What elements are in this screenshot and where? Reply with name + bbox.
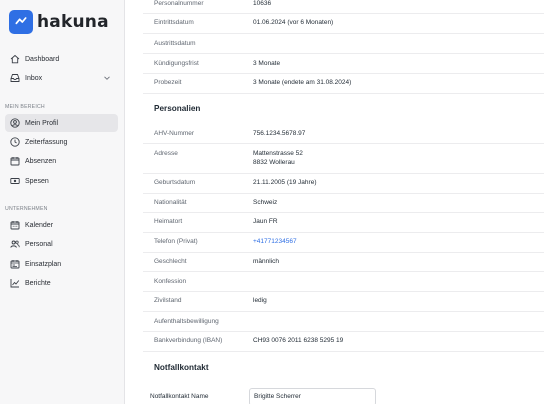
sidebar-item-personal[interactable]: Personal	[5, 235, 118, 253]
field-label: Nationalität	[154, 199, 187, 206]
app-logo[interactable]: hakuna	[9, 10, 109, 34]
field-personalnummer: Personalnummer 10636	[143, 0, 544, 14]
user-circle-icon	[10, 118, 20, 128]
field-value: 10636	[253, 0, 272, 7]
chart-icon	[10, 278, 20, 288]
field-value: 01.06.2024 (vor 6 Monaten)	[253, 19, 334, 26]
field-label: Kündigungsfrist	[154, 60, 199, 67]
field-bankverbindung: Bankverbindung (IBAN) CH93 0076 2011 623…	[143, 332, 544, 352]
address-line-2: 8832 Wollerau	[253, 159, 295, 166]
field-value: 3 Monate	[253, 60, 281, 67]
field-nationalitaet: Nationalität Schweiz	[143, 194, 544, 213]
field-value: ledig	[253, 297, 267, 304]
field-label: Telefon (Privat)	[154, 238, 198, 245]
field-kuendigungsfrist: Kündigungsfrist 3 Monate	[143, 54, 544, 74]
field-zivilstand: Zivilstand ledig	[143, 292, 544, 312]
schedule-icon	[10, 259, 20, 269]
field-label: Heimatort	[154, 218, 183, 225]
sidebar-item-label: Personal	[25, 240, 53, 248]
sidebar-item-mein-profil[interactable]: Mein Profil	[5, 114, 118, 132]
field-value: Jaun FR	[253, 218, 278, 225]
sidebar-item-dashboard[interactable]: Dashboard	[5, 50, 118, 68]
field-label: Konfession	[154, 278, 187, 285]
sidebar-item-label: Kalender	[25, 221, 54, 229]
field-label: Zivilstand	[154, 297, 182, 304]
notfallkontakt-name-label: Notfallkontakt Name	[150, 393, 209, 400]
sidebar-item-label: Spesen	[25, 177, 49, 185]
inbox-icon	[10, 73, 20, 83]
sidebar-item-label: Einsatzplan	[25, 260, 62, 268]
field-value: CH93 0076 2011 6238 5295 19	[253, 337, 344, 344]
sidebar-item-label: Absenzen	[25, 157, 57, 165]
section-heading-notfallkontakt: Notfallkontakt	[154, 363, 209, 372]
field-probezeit: Probezeit 3 Monate (endete am 31.08.2024…	[143, 74, 544, 94]
field-telefon-privat: Telefon (Privat) +41771234567	[143, 233, 544, 253]
field-value: männlich	[253, 258, 280, 265]
clock-icon	[10, 137, 20, 147]
field-label: AHV-Nummer	[154, 130, 195, 137]
sidebar-item-einsatzplan[interactable]: Einsatzplan	[5, 255, 118, 273]
field-label: Adresse	[154, 150, 178, 157]
field-value: 21.11.2005 (19 Jahre)	[253, 179, 317, 186]
sidebar-item-inbox[interactable]: Inbox	[5, 69, 118, 87]
field-konfession: Konfession	[143, 272, 544, 292]
sidebar-item-label: Zeiterfassung	[25, 138, 68, 146]
calendar-icon	[10, 156, 20, 166]
sidebar: hakuna Dashboard Inbox MEIN BEREICH Mein…	[0, 0, 125, 404]
field-ahv-nummer: AHV-Nummer 756.1234.5678.97	[143, 124, 544, 144]
calendar-grid-icon	[10, 220, 20, 230]
field-label: Personalnummer	[154, 0, 204, 7]
field-label: Austrittsdatum	[154, 40, 196, 47]
sidebar-item-label: Dashboard	[25, 55, 60, 63]
field-label: Bankverbindung (IBAN)	[154, 337, 223, 344]
chevron-down-icon[interactable]	[103, 74, 111, 82]
field-austrittsdatum: Austrittsdatum	[143, 34, 544, 54]
field-value: 756.1234.5678.97	[253, 130, 306, 137]
sidebar-item-zeiterfassung[interactable]: Zeiterfassung	[5, 133, 118, 151]
logo-text: hakuna	[37, 12, 109, 32]
field-eintrittsdatum: Eintrittsdatum 01.06.2024 (vor 6 Monaten…	[143, 14, 544, 34]
sidebar-item-label: Inbox	[25, 74, 43, 82]
field-aufenthaltsbewilligung: Aufenthaltsbewilligung	[143, 312, 544, 332]
phone-link[interactable]: +41771234567	[253, 237, 297, 247]
field-value: 3 Monate (endete am 31.08.2024)	[253, 79, 352, 86]
section-label-unternehmen: UNTERNEHMEN	[5, 206, 48, 212]
field-label: Geschlecht	[154, 258, 187, 265]
sidebar-item-spesen[interactable]: Spesen	[5, 172, 118, 190]
sidebar-item-berichte[interactable]: Berichte	[5, 274, 118, 292]
field-label: Probezeit	[154, 79, 182, 86]
field-label: Eintrittsdatum	[154, 19, 194, 26]
sidebar-item-absenzen[interactable]: Absenzen	[5, 152, 118, 170]
sidebar-item-kalender[interactable]: Kalender	[5, 216, 118, 234]
section-heading-personalien: Personalien	[154, 104, 201, 113]
field-value: Schweiz	[253, 199, 278, 206]
field-heimatort: Heimatort Jaun FR	[143, 213, 544, 233]
notfallkontakt-name-input[interactable]: Brigitte Scherrer	[249, 388, 376, 404]
field-label: Aufenthaltsbewilligung	[154, 318, 219, 325]
sidebar-item-label: Mein Profil	[25, 119, 59, 127]
hakuna-logo-icon	[9, 10, 33, 34]
money-icon	[10, 176, 20, 186]
home-icon	[10, 54, 20, 64]
field-label: Geburtsdatum	[154, 179, 196, 186]
field-geschlecht: Geschlecht männlich	[143, 253, 544, 272]
people-icon	[10, 239, 20, 249]
field-geburtsdatum: Geburtsdatum 21.11.2005 (19 Jahre)	[143, 174, 544, 194]
section-label-mein-bereich: MEIN BEREICH	[5, 104, 45, 110]
sidebar-item-label: Berichte	[25, 279, 51, 287]
field-adresse: Adresse Mattenstrasse 52 8832 Wollerau	[143, 144, 544, 174]
